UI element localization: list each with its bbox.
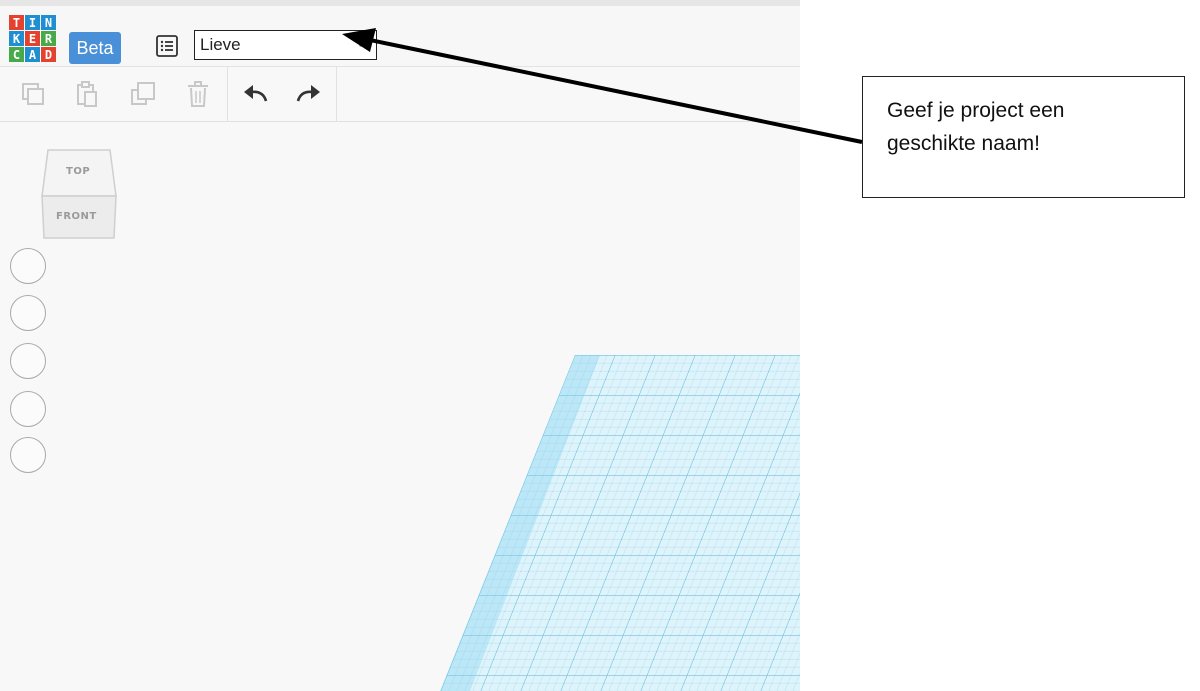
- tinkercad-logo[interactable]: TIN KER CAD: [9, 15, 57, 63]
- fit-view-button[interactable]: [10, 295, 46, 331]
- copy-icon[interactable]: [18, 79, 48, 109]
- logo-letter: A: [25, 47, 40, 62]
- view-cube-top-label[interactable]: TOP: [66, 166, 90, 177]
- callout-text-line1: Geef je project een: [887, 99, 1065, 122]
- trash-icon[interactable]: [183, 79, 213, 109]
- logo-letter: D: [41, 47, 56, 62]
- home-view-button[interactable]: [10, 248, 46, 284]
- toolbar-divider: [227, 67, 228, 122]
- beta-badge[interactable]: Beta: [69, 32, 121, 64]
- redo-icon[interactable]: [293, 79, 323, 109]
- annotation-arrow: [342, 28, 863, 144]
- logo-letter: T: [9, 15, 24, 30]
- logo-letter: E: [25, 31, 40, 46]
- paste-icon[interactable]: [72, 79, 102, 109]
- annotation-callout: Geef je project een geschikte naam!: [862, 76, 1185, 198]
- list-icon[interactable]: [154, 33, 180, 59]
- logo-letter: C: [9, 47, 24, 62]
- view-cube[interactable]: TOP FRONT: [38, 148, 122, 244]
- duplicate-icon[interactable]: [128, 79, 158, 109]
- project-name-input[interactable]: [200, 34, 350, 56]
- logo-letter: R: [41, 31, 56, 46]
- logo-letter: N: [41, 15, 56, 30]
- zoom-in-button[interactable]: [10, 343, 46, 379]
- callout-text-line2: geschikte naam!: [887, 132, 1040, 155]
- undo-icon[interactable]: [241, 79, 271, 109]
- view-cube-front-label[interactable]: FRONT: [56, 211, 97, 222]
- logo-letter: I: [25, 15, 40, 30]
- workplane-grid[interactable]: [440, 355, 800, 691]
- perspective-button[interactable]: [10, 437, 46, 473]
- logo-letter: K: [9, 31, 24, 46]
- zoom-out-button[interactable]: [10, 391, 46, 427]
- view-cube-shape: [41, 149, 117, 239]
